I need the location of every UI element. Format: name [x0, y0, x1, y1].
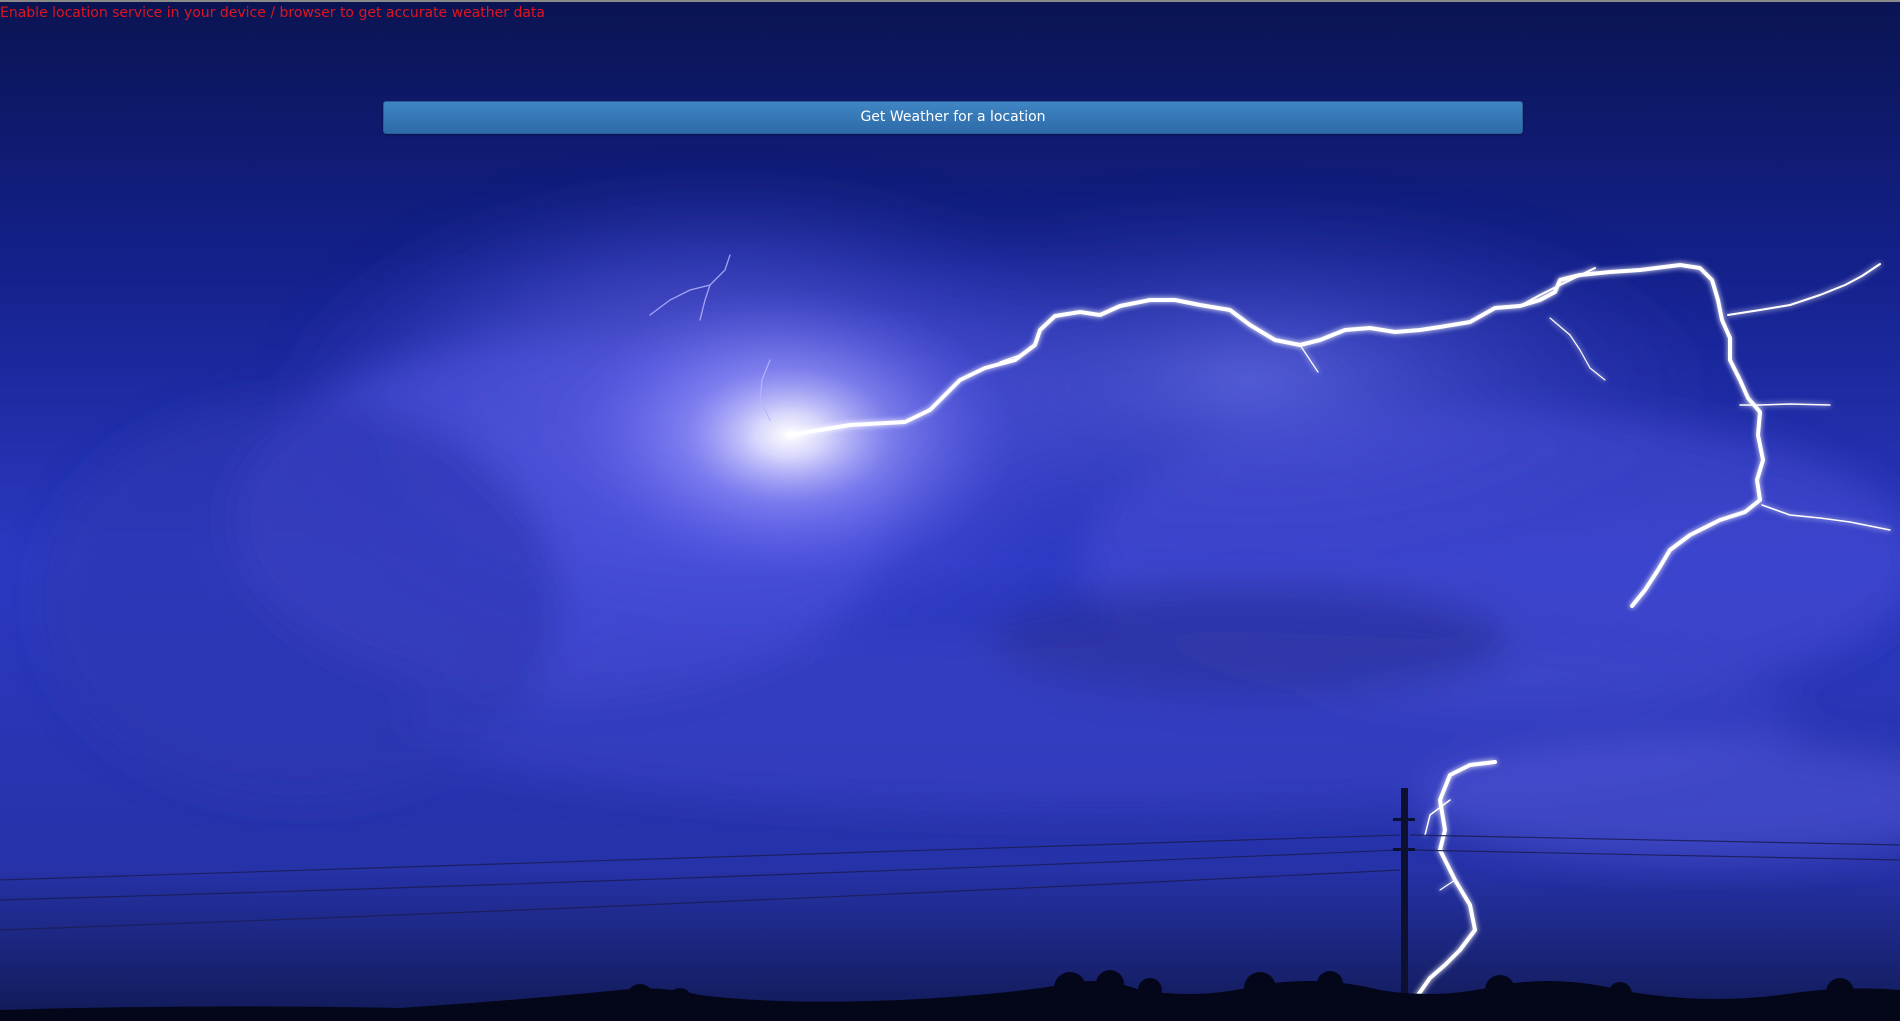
storm-background-image [0, 0, 1900, 1021]
get-weather-button[interactable]: Get Weather for a location [383, 101, 1523, 134]
weather-app-page: Enable location service in your device /… [0, 0, 1900, 1021]
top-border [0, 0, 1900, 2]
location-warning-text: Enable location service in your device /… [0, 5, 545, 21]
